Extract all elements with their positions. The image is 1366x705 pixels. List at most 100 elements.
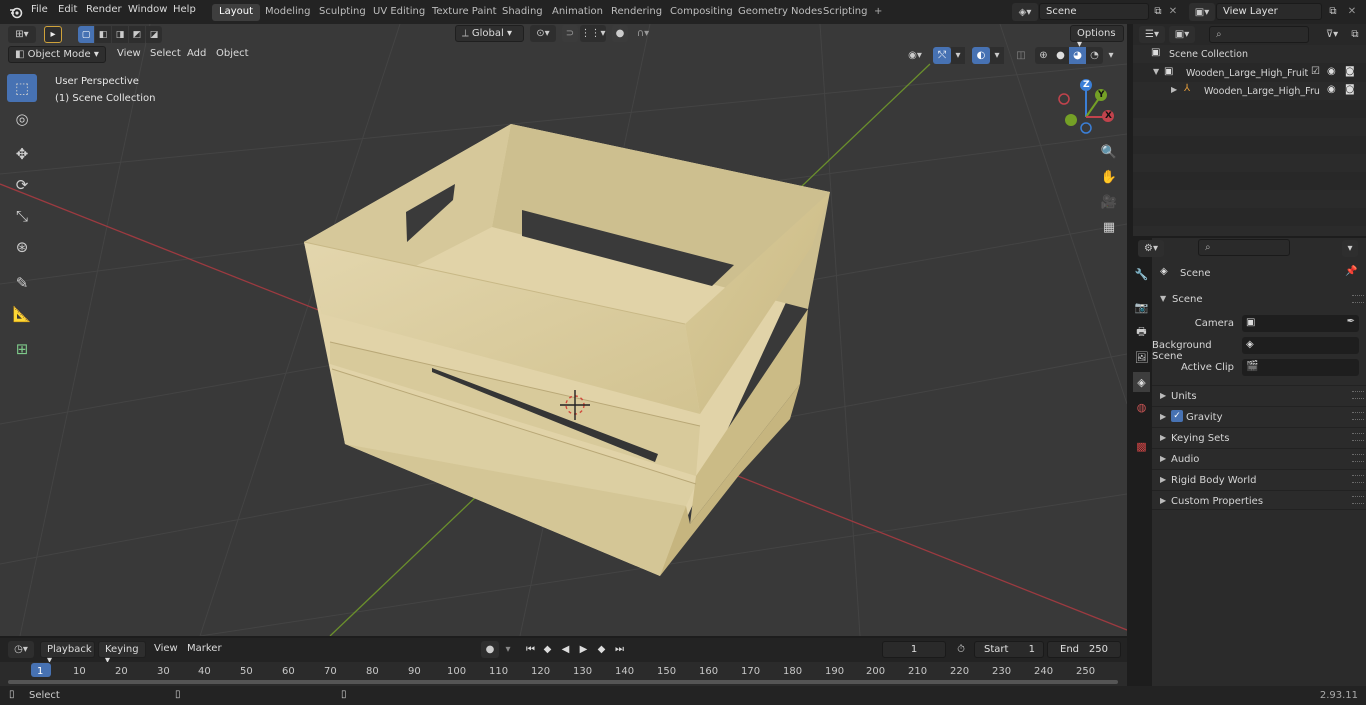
drag-handle-icon[interactable] xyxy=(1352,391,1364,399)
view-layer-selector-icon[interactable]: ▣▾ xyxy=(1189,3,1215,21)
next-keyframe-icon[interactable]: ◆ xyxy=(593,641,610,658)
camera-field[interactable]: ▣ ✒ xyxy=(1242,315,1359,332)
stopwatch-icon[interactable]: ⏱ xyxy=(953,641,969,658)
prev-keyframe-icon[interactable]: ◆ xyxy=(539,641,556,658)
3d-viewport[interactable]: ⊞▾ ▸ ▢ ◧ ◨ ◩ ◪ ⟂ Global ▾ ⊙▾ ⊃ ⋮⋮▾ ● ∩▾ … xyxy=(0,24,1127,636)
blender-logo-icon[interactable] xyxy=(8,4,24,20)
solid-shading-icon[interactable]: ● xyxy=(1052,47,1069,64)
units-panel-header[interactable]: ▶ Units xyxy=(1152,385,1366,405)
render-properties-tab-icon[interactable]: 📷 xyxy=(1133,297,1150,317)
view-layer-field[interactable]: View Layer xyxy=(1216,3,1322,20)
timeline-editor-type-icon[interactable]: ◷▾ xyxy=(8,641,34,658)
start-frame-field[interactable]: Start 1 xyxy=(974,641,1044,658)
eye-icon[interactable]: ◉ xyxy=(1327,66,1336,77)
workspace-tab-modeling[interactable]: Modeling xyxy=(258,4,318,21)
drag-handle-icon[interactable] xyxy=(1352,412,1364,420)
new-collection-icon[interactable]: ⧉ xyxy=(1347,26,1363,43)
play-icon[interactable]: ▶ xyxy=(575,641,592,658)
camera-view-icon[interactable]: 🎥 xyxy=(1098,191,1120,213)
end-frame-field[interactable]: End 250 xyxy=(1047,641,1121,658)
audio-panel-header[interactable]: ▶ Audio xyxy=(1152,448,1366,468)
add-workspace-button[interactable]: + xyxy=(867,4,889,21)
move-tool[interactable]: ✥ xyxy=(7,140,37,168)
outliner-editor-type-icon[interactable]: ☰▾ xyxy=(1139,26,1165,43)
menu-render[interactable]: Render xyxy=(86,4,122,15)
workspace-tab-uv-editing[interactable]: UV Editing xyxy=(366,4,432,21)
expand-arrow-icon[interactable]: ▶ xyxy=(1171,85,1177,94)
timeline-menu-view[interactable]: View xyxy=(154,643,178,662)
drag-handle-icon[interactable] xyxy=(1352,433,1364,441)
object-mode-dropdown[interactable]: ◧ Object Mode ▾ xyxy=(8,46,106,63)
proportional-falloff-icon[interactable]: ∩▾ xyxy=(630,25,656,42)
select-invert-icon[interactable]: ◩ xyxy=(129,26,145,43)
viewport-menu-select[interactable]: Select xyxy=(150,48,181,67)
close-icon[interactable]: ✕ xyxy=(1166,3,1180,20)
menu-help[interactable]: Help xyxy=(173,4,196,15)
visibility-filter-icon[interactable]: ◉▾ xyxy=(902,47,928,64)
timeline-menu-marker[interactable]: Marker xyxy=(187,643,222,662)
expand-arrow-icon[interactable]: ▼ xyxy=(1153,67,1159,76)
cursor-tool[interactable]: ◎ xyxy=(7,105,37,133)
gizmo-toggle-icon[interactable]: ⤲ xyxy=(933,47,951,64)
properties-search-input[interactable]: ⌕ xyxy=(1198,239,1290,256)
workspace-tab-compositing[interactable]: Compositing xyxy=(663,4,740,21)
workspace-tab-scripting[interactable]: Scripting xyxy=(816,4,874,21)
render-camera-icon[interactable]: ◙ xyxy=(1345,66,1355,77)
world-properties-tab-icon[interactable]: ◍ xyxy=(1133,397,1150,417)
viewport-menu-add[interactable]: Add xyxy=(187,48,206,67)
select-subtract-icon[interactable]: ◨ xyxy=(112,26,128,43)
select-box-tool[interactable]: ⬚ xyxy=(7,74,37,102)
workspace-tab-texture-paint[interactable]: Texture Paint xyxy=(425,4,504,21)
render-camera-icon[interactable]: ◙ xyxy=(1345,84,1355,95)
rendered-shading-icon[interactable]: ◔ xyxy=(1086,47,1103,64)
gravity-panel-header[interactable]: ▶ ✓ Gravity xyxy=(1152,406,1366,426)
snap-target-icon[interactable]: ⋮⋮▾ xyxy=(580,25,606,42)
workspace-tab-sculpting[interactable]: Sculpting xyxy=(312,4,373,21)
material-preview-icon[interactable]: ◕ xyxy=(1069,47,1086,64)
viewport-menu-object[interactable]: Object xyxy=(216,48,249,67)
workspace-tab-rendering[interactable]: Rendering xyxy=(604,4,669,21)
viewport-menu-view[interactable]: View xyxy=(117,48,141,67)
outliner-search-input[interactable]: ⌕ xyxy=(1209,26,1309,43)
select-intersect-icon[interactable]: ◪ xyxy=(146,26,162,43)
overlay-toggle-icon[interactable]: ◐ xyxy=(972,47,990,64)
drag-handle-icon[interactable] xyxy=(1352,475,1364,483)
outliner-row-fruit-box-object[interactable]: ▶ ⅄ Wooden_Large_High_Fru ◉ ◙ xyxy=(1133,82,1366,100)
workspace-tab-shading[interactable]: Shading xyxy=(495,4,550,21)
close-icon[interactable]: ✕ xyxy=(1345,3,1359,20)
menu-edit[interactable]: Edit xyxy=(58,4,77,15)
scene-selector-icon[interactable]: ◈▾ xyxy=(1012,3,1038,21)
display-mode-icon[interactable]: ▣▾ xyxy=(1169,26,1195,43)
options-dropdown[interactable]: Options ▾ xyxy=(1070,25,1124,50)
select-new-icon[interactable]: ▢ xyxy=(78,26,94,43)
current-frame-field[interactable]: 1 xyxy=(882,641,946,658)
eye-icon[interactable]: ◉ xyxy=(1327,84,1336,95)
tool-properties-tab-icon[interactable]: 🔧 xyxy=(1133,264,1150,284)
custom-properties-panel-header[interactable]: ▶ Custom Properties xyxy=(1152,490,1366,510)
menu-window[interactable]: Window xyxy=(128,4,167,15)
eyedropper-icon[interactable]: ✒ xyxy=(1347,316,1355,327)
rigid-body-world-panel-header[interactable]: ▶ Rigid Body World xyxy=(1152,469,1366,489)
outliner-row-scene-collection[interactable]: ▣ Scene Collection xyxy=(1133,45,1366,63)
jump-end-icon[interactable]: ⏭ xyxy=(611,641,628,658)
pan-hand-icon[interactable]: ✋ xyxy=(1098,166,1120,188)
view-layer-tab-icon[interactable]: 🖼 xyxy=(1133,347,1150,367)
editor-type-icon[interactable]: ⊞▾ xyxy=(8,26,36,43)
gravity-checkbox[interactable]: ✓ xyxy=(1171,410,1183,422)
new-view-layer-icon[interactable]: ⧉ xyxy=(1325,3,1341,20)
perspective-toggle-icon[interactable]: ▦ xyxy=(1098,216,1120,238)
snap-icon[interactable]: ⊃ xyxy=(562,25,578,42)
drag-handle-icon[interactable] xyxy=(1352,295,1364,303)
workspace-tab-layout[interactable]: Layout xyxy=(212,4,260,21)
jump-start-icon[interactable]: ⏮ xyxy=(522,641,539,658)
keying-sets-panel-header[interactable]: ▶ Keying Sets xyxy=(1152,427,1366,447)
workspace-tab-geometry-nodes[interactable]: Geometry Nodes xyxy=(731,4,829,21)
select-tool-mode-icon[interactable]: ▸ xyxy=(44,26,62,43)
menu-file[interactable]: File xyxy=(31,4,48,15)
texture-properties-tab-icon[interactable]: ▩ xyxy=(1133,436,1150,456)
outliner-row-fruit-box-collection[interactable]: ▼ ▣ Wooden_Large_High_Fruit_Bc ☑ ◉ ◙ xyxy=(1133,64,1366,82)
new-scene-icon[interactable]: ⧉ xyxy=(1150,3,1166,20)
overlay-dropdown-icon[interactable]: ▾ xyxy=(990,47,1004,64)
shading-dropdown-icon[interactable]: ▾ xyxy=(1104,47,1118,64)
keying-menu[interactable]: Keying ▾ xyxy=(98,641,146,666)
